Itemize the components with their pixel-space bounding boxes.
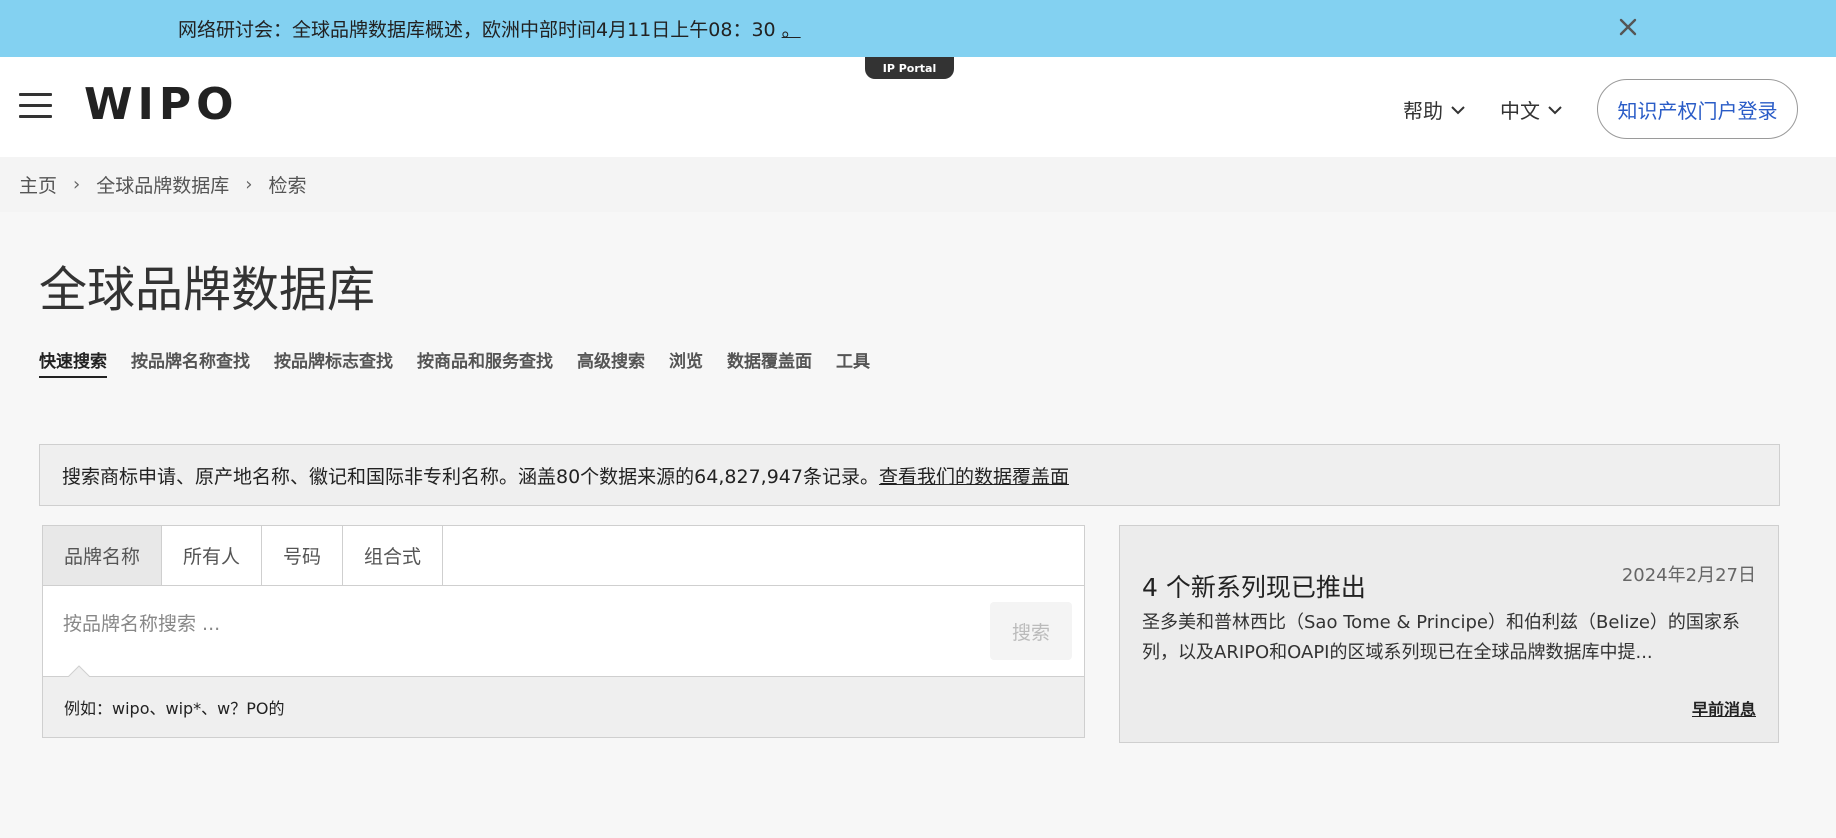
previous-news-link[interactable]: 早前消息 [1692, 696, 1756, 720]
banner-text: 网络研讨会：全球品牌数据库概述，欧洲中部时间4月11日上午08：30 。 [178, 15, 801, 42]
data-coverage-link[interactable]: 查看我们的数据覆盖面 [879, 462, 1069, 489]
tab-brand-name[interactable]: 按品牌名称查找 [131, 347, 250, 378]
tab-quick-search[interactable]: 快速搜索 [39, 347, 107, 378]
news-title[interactable]: 4 个新系列现已推出 [1142, 568, 1366, 604]
help-menu[interactable]: 帮助 [1403, 95, 1465, 124]
language-menu[interactable]: 中文 [1500, 95, 1562, 124]
ip-portal-login-button[interactable]: 知识产权门户登录 [1597, 79, 1798, 139]
banner-message: 网络研讨会：全球品牌数据库概述，欧洲中部时间4月11日上午08：30 [178, 19, 776, 41]
close-banner-button[interactable] [1613, 12, 1643, 42]
tab-brand-image[interactable]: 按品牌标志查找 [274, 347, 393, 378]
info-bar: 搜索商标申请、原产地名称、徽记和国际非专利名称。涵盖80个数据来源的64,827… [39, 444, 1780, 506]
breadcrumb: 主页 › 全球品牌数据库 › 检索 [0, 157, 1836, 212]
search-hint: 例如：wipo、wip*、w？PO的 [43, 676, 1084, 737]
news-date: 2024年2月27日 [1621, 565, 1756, 586]
banner-link[interactable]: 。 [782, 19, 801, 41]
search-button[interactable]: 搜索 [990, 602, 1072, 660]
chevron-down-icon [1548, 105, 1562, 114]
language-label: 中文 [1500, 99, 1540, 123]
search-mode-tabs: 快速搜索 按品牌名称查找 按品牌标志查找 按商品和服务查找 高级搜索 浏览 数据… [39, 347, 894, 378]
breadcrumb-home[interactable]: 主页 [19, 171, 57, 198]
breadcrumb-current: 检索 [268, 175, 307, 197]
news-panel: 4 个新系列现已推出 2024年2月27日 圣多美和普林西比（Sao Tome … [1119, 525, 1779, 743]
hint-caret-icon [68, 665, 90, 677]
breadcrumb-separator: › [245, 174, 253, 195]
search-tab-number[interactable]: 号码 [262, 526, 344, 585]
breadcrumb-global-brand-db[interactable]: 全球品牌数据库 [96, 171, 229, 198]
news-body: 圣多美和普林西比（Sao Tome & Principe）和伯利兹（Belize… [1142, 612, 1740, 663]
tab-goods-services[interactable]: 按商品和服务查找 [417, 347, 553, 378]
search-input[interactable] [63, 604, 1013, 644]
chevron-down-icon [1451, 105, 1465, 114]
menu-icon[interactable] [19, 93, 52, 119]
announcement-banner: 网络研讨会：全球品牌数据库概述，欧洲中部时间4月11日上午08：30 。 [0, 0, 1836, 57]
tab-tools[interactable]: 工具 [836, 347, 870, 378]
info-text: 搜索商标申请、原产地名称、徽记和国际非专利名称。涵盖80个数据来源的64,827… [62, 465, 879, 488]
wipo-logo[interactable]: WIPO [84, 79, 239, 130]
search-panel: 品牌名称 所有人 号码 组合式 搜索 例如：wipo、wip*、w？PO的 [42, 525, 1085, 738]
breadcrumb-separator: › [73, 174, 81, 195]
tab-browse[interactable]: 浏览 [669, 347, 703, 378]
search-tab-owner[interactable]: 所有人 [162, 526, 263, 585]
tab-advanced-search[interactable]: 高级搜索 [577, 347, 645, 378]
ip-portal-tag[interactable]: IP Portal [865, 57, 954, 79]
search-field-tabs: 品牌名称 所有人 号码 组合式 [43, 526, 1084, 586]
close-icon [1619, 18, 1637, 36]
tab-data-coverage[interactable]: 数据覆盖面 [727, 347, 812, 378]
search-tab-combined[interactable]: 组合式 [343, 526, 444, 585]
search-tab-brand-name[interactable]: 品牌名称 [43, 526, 163, 585]
help-label: 帮助 [1403, 99, 1443, 123]
page-title: 全球品牌数据库 [39, 262, 376, 318]
